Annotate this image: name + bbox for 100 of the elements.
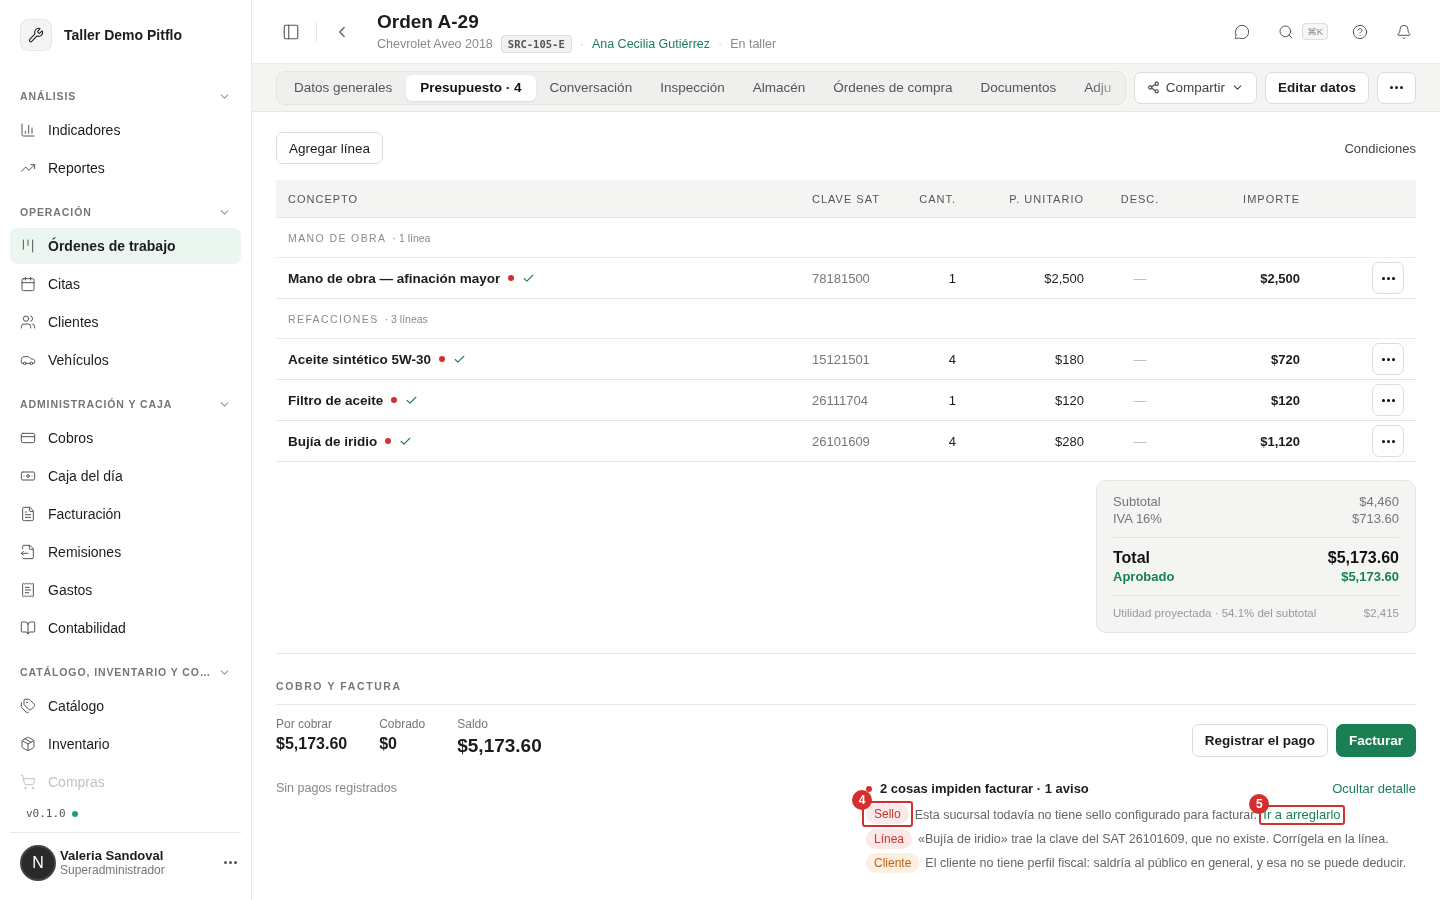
user-name: Valeria Sandoval (60, 848, 165, 863)
price-cell-text: $120 (1054, 392, 1084, 408)
section-title: ANÁLISIS (20, 90, 77, 102)
tax-label: IVA 16% (1113, 511, 1162, 526)
group-count: · 3 líneas (384, 312, 428, 325)
tab[interactable]: Inspección (646, 74, 739, 101)
row-menu-button[interactable] (1372, 262, 1404, 294)
box-icon (20, 736, 36, 752)
calendar-icon (20, 276, 36, 292)
book-icon (20, 620, 36, 636)
profit-label: Utilidad proyectada · 54.1% del subtotal (1113, 607, 1317, 619)
conditions-link[interactable]: Condiciones (1344, 140, 1416, 156)
sidebar-item[interactable]: Indicadores (10, 112, 241, 148)
sidebar-item[interactable]: Clientes (10, 304, 241, 340)
tab[interactable]: Adju (1070, 74, 1125, 101)
row-menu-button[interactable] (1372, 425, 1404, 457)
more-button[interactable] (1377, 71, 1416, 104)
column-header: DESC. (1119, 192, 1161, 205)
group-title: REFACCIONES (288, 312, 379, 325)
tax-value: $713.60 (1352, 511, 1399, 526)
price-cell-text: $280 (1054, 433, 1084, 449)
concept-cell: Aceite sintético 5W-30 (288, 351, 432, 367)
issue-tag: Cliente (866, 852, 920, 873)
ellipsis-icon (224, 861, 237, 864)
issue-text: El cliente no tiene perfil fiscal: saldría al público en general, y esa no se puede deducir. (925, 854, 1407, 872)
tab[interactable]: Almacén (738, 74, 820, 101)
tab[interactable]: Conversación (535, 74, 647, 101)
bar-chart-icon (20, 122, 36, 138)
group-title: MANO DE OBRA (288, 231, 387, 244)
issue-text: «Bujía de iridio» trae la clave del SAT 26101609, que no existe. Corrígela en la línea. (918, 830, 1389, 848)
ellipsis-icon (1381, 276, 1395, 280)
approved-value: $5,173.60 (1341, 569, 1399, 584)
tab[interactable]: Órdenes de compra (819, 74, 967, 101)
columns-icon (20, 238, 36, 254)
invoice-button[interactable]: Facturar (1335, 724, 1416, 757)
row-menu-button[interactable] (1372, 384, 1404, 416)
sidebar-item[interactable]: Inventario (10, 726, 241, 762)
payments-note: Sin pagos registrados (276, 781, 397, 797)
shortcut-hint: ⌘K (1302, 23, 1328, 40)
concept-cell: Filtro de aceite (288, 392, 384, 408)
user-role: Superadministrador (60, 863, 166, 877)
sidebar-item[interactable]: Gastos (10, 572, 241, 608)
tab[interactable]: Presupuesto · 4 (406, 74, 536, 101)
qty-cell-text: 4 (947, 351, 956, 367)
register-payment-button[interactable]: Registrar el pago (1191, 724, 1328, 757)
vehicle-label: Chevrolet Aveo 2018 (377, 36, 493, 51)
stat-label: Cobrado (379, 717, 426, 731)
column-header: CLAVE SAT (812, 192, 881, 205)
add-line-button[interactable]: Agregar línea (276, 132, 384, 164)
tag-icon (20, 698, 36, 714)
sidebar-item[interactable]: Caja del día (10, 458, 241, 494)
sidebar-item[interactable]: Facturación (10, 496, 241, 532)
code-cell-text: 15121501 (812, 351, 871, 367)
share-icon (1146, 81, 1160, 94)
document-icon (20, 506, 36, 522)
tab[interactable]: Documentos (966, 74, 1071, 101)
cart-icon (20, 774, 36, 790)
column-header: CONCEPTO (288, 192, 360, 205)
workspace-name: Taller Demo Pitflo (64, 27, 182, 43)
price-cell-text: $180 (1054, 351, 1084, 367)
total-label: Total (1113, 549, 1151, 567)
hide-detail-link[interactable]: Ocultar detalle (1332, 781, 1416, 796)
export-icon (20, 544, 36, 560)
sidebar-item[interactable]: Cobros (10, 420, 241, 456)
row-menu-button[interactable] (1372, 343, 1404, 375)
separator-dot: · (579, 36, 584, 51)
stat-value: $5,173.60 (457, 735, 542, 757)
column-header: CANT. (918, 192, 956, 205)
order-title: Orden A-29 (377, 10, 480, 33)
price-cell-text: $2,500 (1043, 270, 1084, 286)
code-cell-text: 26111704 (812, 392, 869, 408)
wrench-icon (20, 19, 52, 51)
sidebar-item[interactable]: Órdenes de trabajo (10, 228, 241, 264)
edit-button[interactable]: Editar datos (1265, 71, 1369, 104)
status-label: En taller (730, 36, 777, 51)
qty-cell-text: 1 (947, 270, 956, 286)
separator-dot: · (718, 36, 723, 51)
discount-cell-text: — (1132, 392, 1148, 408)
cash-icon (20, 468, 36, 484)
section-title: OPERACIÓN (20, 206, 92, 218)
discount-cell-text: — (1132, 270, 1148, 286)
sidebar-item[interactable]: Citas (10, 266, 241, 302)
section-title: ADMINISTRACIÓN Y CAJA (20, 398, 173, 410)
tab[interactable]: Datos generales (280, 74, 407, 101)
share-button[interactable]: Compartir (1133, 71, 1257, 104)
customer-link[interactable]: Ana Cecilia Gutiérrez (591, 36, 710, 51)
subtotal-label: Subtotal (1113, 494, 1161, 509)
sidebar-item[interactable]: Vehículos (10, 342, 241, 378)
receipt-icon (20, 582, 36, 598)
total-value: $5,173.60 (1327, 549, 1399, 567)
stat-label: Saldo (457, 717, 489, 731)
amount-cell-text: $720 (1270, 351, 1300, 367)
sidebar-item[interactable]: Remisiones (10, 534, 241, 570)
sidebar-item[interactable]: Contabilidad (10, 610, 241, 646)
issue-tag: Sello (866, 804, 909, 824)
sidebar-item[interactable]: Catálogo (10, 688, 241, 724)
discount-cell-text: — (1132, 433, 1148, 449)
stat-label: Por cobrar (276, 717, 334, 731)
error-dot (866, 785, 872, 792)
sidebar-item[interactable]: Reportes (10, 150, 241, 186)
